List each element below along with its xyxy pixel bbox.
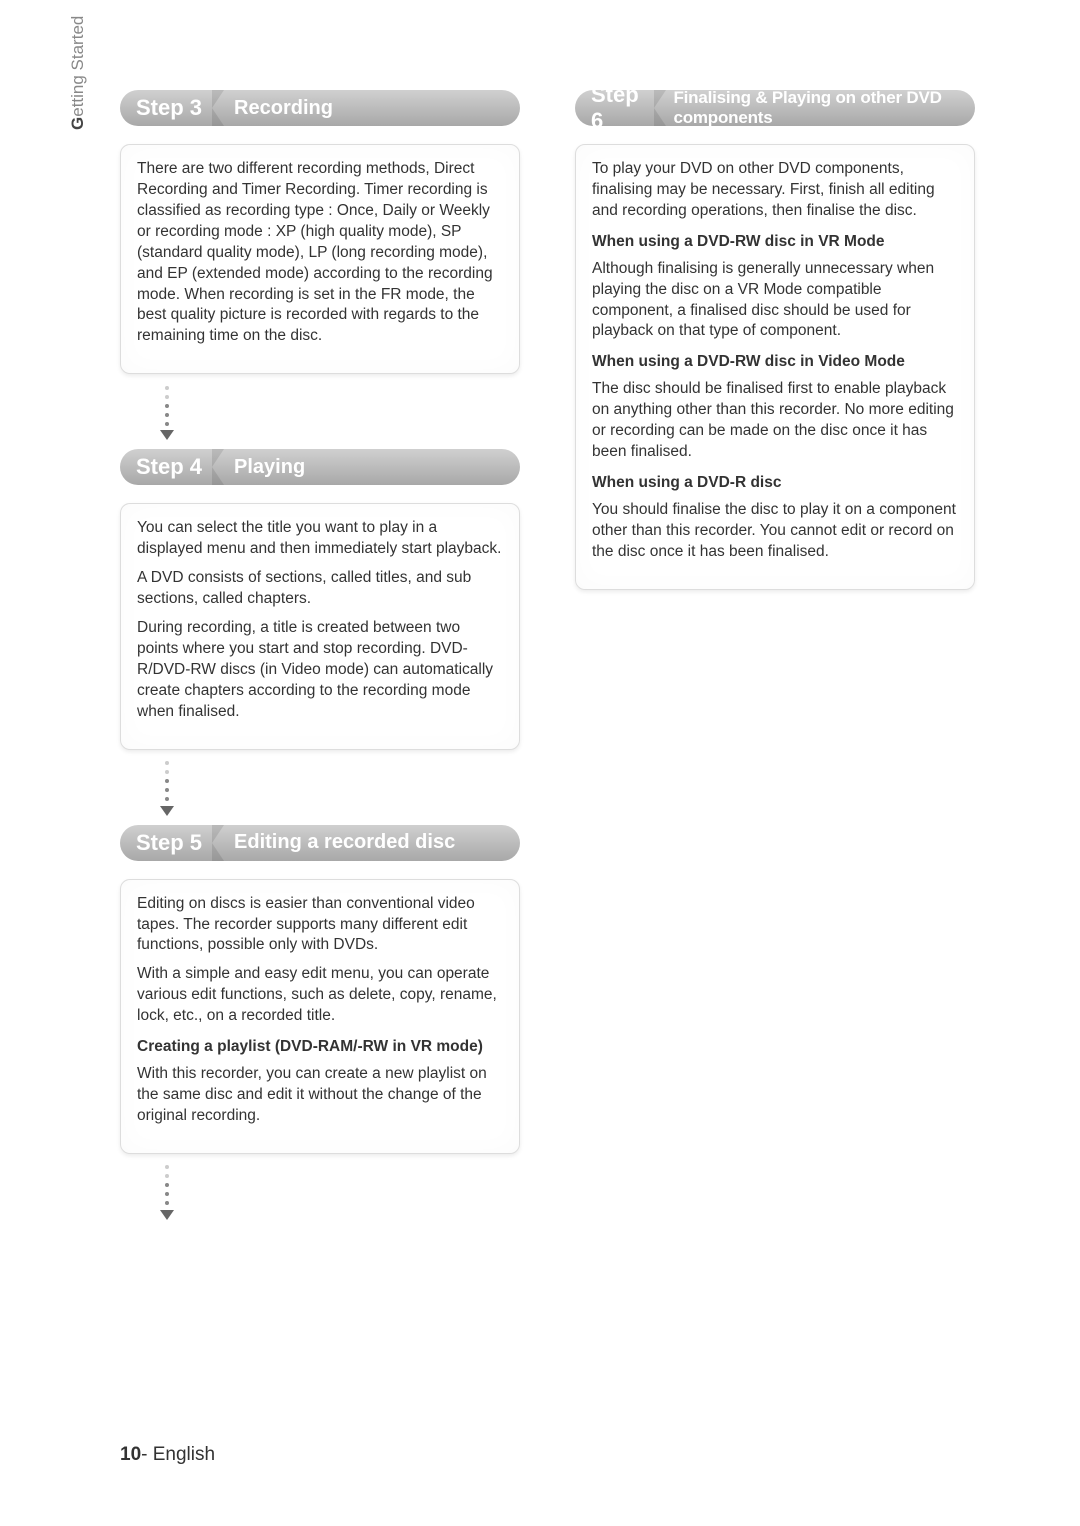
step-number: Step 5 <box>136 830 212 856</box>
chevron-divider-icon <box>212 90 224 126</box>
body-text: You can select the title you want to pla… <box>137 518 503 560</box>
dot-icon <box>165 770 169 774</box>
body-text: Although finalising is generally unneces… <box>592 259 958 343</box>
dot-icon <box>165 1192 169 1196</box>
dot-icon <box>165 1165 169 1169</box>
right-column: Step 6 Finalising & Playing on other DVD… <box>575 90 975 1229</box>
step4-header: Step 4 Playing <box>120 449 520 485</box>
step6-header: Step 6 Finalising & Playing on other DVD… <box>575 90 975 126</box>
section-tab: Getting Started <box>68 16 88 130</box>
body-text: You should finalise the disc to play it … <box>592 500 958 563</box>
subheading: When using a DVD-RW disc in VR Mode <box>592 232 958 253</box>
step3-header: Step 3 Recording <box>120 90 520 126</box>
chevron-divider-icon <box>212 449 224 485</box>
body-text: Editing on discs is easier than conventi… <box>137 894 503 957</box>
step-title: Recording <box>234 97 333 120</box>
step6-box: To play your DVD on other DVD components… <box>575 144 975 590</box>
chevron-divider-icon <box>654 90 664 126</box>
dot-icon <box>165 779 169 783</box>
arrow-down-icon <box>160 430 174 440</box>
step-number: Step 4 <box>136 454 212 480</box>
footer-sep: - <box>141 1444 153 1465</box>
left-column: Step 3 Recording There are two different… <box>120 90 520 1229</box>
subheading: Creating a playlist (DVD-RAM/-RW in VR m… <box>137 1037 503 1058</box>
body-text: There are two different recording method… <box>137 159 503 347</box>
manual-page: Getting Started Step 3 Recording There a… <box>0 0 1080 1526</box>
dot-icon <box>165 1174 169 1178</box>
dot-icon <box>165 761 169 765</box>
dot-icon <box>165 386 169 390</box>
step4-box: You can select the title you want to pla… <box>120 503 520 749</box>
step-number: Step 3 <box>136 95 212 121</box>
dot-icon <box>165 1183 169 1187</box>
section-tab-text: etting Started <box>68 16 87 117</box>
step-title: Finalising & Playing on other DVD compon… <box>673 88 971 128</box>
content-columns: Step 3 Recording There are two different… <box>120 90 990 1229</box>
page-number: 10 <box>120 1444 141 1465</box>
dot-icon <box>165 422 169 426</box>
step5-box: Editing on discs is easier than conventi… <box>120 879 520 1154</box>
section-tab-initial: G <box>68 117 87 130</box>
step3-box: There are two different recording method… <box>120 144 520 374</box>
subheading: When using a DVD-R disc <box>592 473 958 494</box>
dot-icon <box>165 395 169 399</box>
step-title: Playing <box>234 456 305 479</box>
body-text: A DVD consists of sections, called title… <box>137 568 503 610</box>
step5-header: Step 5 Editing a recorded disc <box>120 825 520 861</box>
dot-icon <box>165 413 169 417</box>
flow-connector <box>160 750 174 825</box>
body-text: With this recorder, you can create a new… <box>137 1064 503 1127</box>
body-text: With a simple and easy edit menu, you ca… <box>137 964 503 1027</box>
body-text: To play your DVD on other DVD components… <box>592 159 958 222</box>
subheading: When using a DVD-RW disc in Video Mode <box>592 352 958 373</box>
footer-language: English <box>153 1444 215 1465</box>
step-title: Editing a recorded disc <box>234 831 455 854</box>
body-text: The disc should be finalised first to en… <box>592 379 958 463</box>
step-number: Step 6 <box>591 82 654 134</box>
dot-icon <box>165 797 169 801</box>
page-footer: 10- English <box>120 1444 215 1466</box>
arrow-down-icon <box>160 1210 174 1220</box>
dot-icon <box>165 404 169 408</box>
dot-icon <box>165 788 169 792</box>
arrow-down-icon <box>160 806 174 816</box>
dot-icon <box>165 1201 169 1205</box>
chevron-divider-icon <box>212 825 224 861</box>
flow-connector <box>160 1154 174 1229</box>
body-text: During recording, a title is created bet… <box>137 618 503 723</box>
flow-connector <box>160 374 174 449</box>
